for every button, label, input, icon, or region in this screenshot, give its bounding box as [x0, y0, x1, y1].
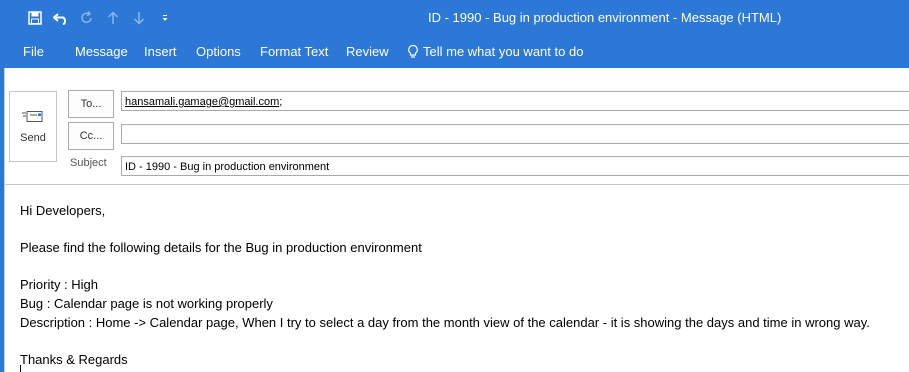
- tab-review[interactable]: Review: [346, 36, 389, 68]
- text-cursor: [20, 365, 21, 372]
- save-icon[interactable]: [24, 7, 46, 29]
- to-button[interactable]: To...: [68, 90, 114, 118]
- intro-line: Please find the following details for th…: [20, 240, 422, 255]
- message-body[interactable]: Hi Developers, Please find the following…: [20, 201, 870, 369]
- bug-line: Bug : Calendar page is not working prope…: [20, 296, 273, 311]
- subject-label: Subject: [70, 157, 107, 169]
- tell-me-box[interactable]: Tell me what you want to do: [407, 36, 583, 68]
- cc-field[interactable]: [121, 124, 909, 144]
- send-button[interactable]: Send: [9, 91, 57, 162]
- tab-file[interactable]: File: [23, 36, 44, 68]
- ribbon-tabs: File Message Insert Options Format Text …: [0, 36, 909, 68]
- header-divider: [5, 184, 909, 185]
- lightbulb-icon: [408, 44, 418, 58]
- tab-format-text[interactable]: Format Text: [260, 36, 328, 68]
- tab-message[interactable]: Message: [75, 36, 128, 68]
- down-arrow-icon[interactable]: [128, 7, 150, 29]
- description-line: Description : Home -> Calendar page, Whe…: [20, 315, 870, 330]
- tab-insert[interactable]: Insert: [144, 36, 177, 68]
- greeting-line: Hi Developers,: [20, 203, 106, 218]
- to-field[interactable]: hansamali.gamage@gmail.com;: [121, 91, 909, 111]
- quick-access-toolbar: [0, 0, 176, 36]
- recipient-token[interactable]: hansamali.gamage@gmail.com: [125, 96, 279, 108]
- closing-line: Thanks & Regards: [20, 352, 128, 367]
- redo-icon[interactable]: [76, 7, 98, 29]
- tell-me-text: Tell me what you want to do: [423, 44, 584, 59]
- title-bar: ID - 1990 - Bug in production environmen…: [0, 0, 909, 36]
- priority-line: Priority : High: [20, 277, 99, 292]
- cc-button[interactable]: Cc...: [68, 122, 114, 150]
- up-arrow-icon[interactable]: [102, 7, 124, 29]
- recipient-separator: ;: [279, 96, 283, 108]
- undo-icon[interactable]: [50, 7, 72, 29]
- send-label: Send: [20, 131, 46, 144]
- send-icon: [22, 110, 43, 122]
- customize-qat-icon[interactable]: [154, 7, 176, 29]
- tab-options[interactable]: Options: [196, 36, 241, 68]
- window-title: ID - 1990 - Bug in production environmen…: [428, 10, 782, 25]
- subject-field[interactable]: ID - 1990 - Bug in production environmen…: [121, 156, 909, 176]
